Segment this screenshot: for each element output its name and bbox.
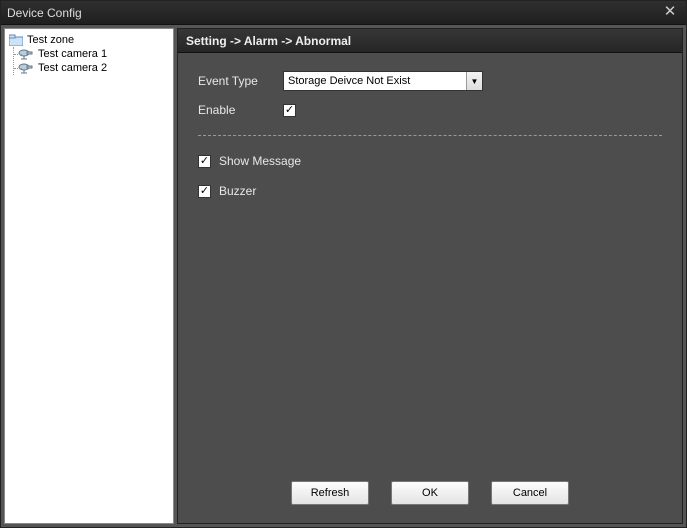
device-config-window: Device Config ✕ Test zone (0, 0, 687, 528)
main-panel: Setting -> Alarm -> Abnormal Event Type … (177, 28, 683, 524)
show-message-checkbox[interactable]: ✓ (198, 155, 211, 168)
event-type-row: Event Type Storage Deivce Not Exist ▼ (198, 71, 662, 91)
window-title: Device Config (7, 6, 660, 20)
enable-checkbox[interactable]: ✓ (283, 104, 296, 117)
tree-item-camera[interactable]: Test camera 1 (16, 47, 171, 61)
breadcrumb: Setting -> Alarm -> Abnormal (178, 29, 682, 53)
device-tree-sidebar: Test zone Test camera 1 (4, 28, 174, 524)
show-message-label: Show Message (219, 154, 301, 168)
chevron-down-icon: ▼ (466, 72, 482, 90)
buzzer-label: Buzzer (219, 184, 256, 198)
event-type-value: Storage Deivce Not Exist (283, 71, 483, 91)
enable-label: Enable (198, 103, 283, 117)
show-message-row: ✓ Show Message (198, 154, 662, 168)
event-type-select[interactable]: Storage Deivce Not Exist ▼ (283, 71, 483, 91)
tree-item-label: Test camera 1 (38, 48, 107, 60)
zone-icon (9, 34, 23, 46)
enable-row: Enable ✓ (198, 103, 662, 117)
refresh-button[interactable]: Refresh (291, 481, 369, 505)
content-area: Event Type Storage Deivce Not Exist ▼ En… (178, 53, 682, 467)
tree-item-camera[interactable]: Test camera 2 (16, 61, 171, 75)
window-body: Test zone Test camera 1 (1, 25, 686, 527)
ok-button[interactable]: OK (391, 481, 469, 505)
tree-children: Test camera 1 Test camera 2 (13, 47, 171, 75)
tree-root-label: Test zone (27, 34, 74, 46)
camera-icon (18, 48, 34, 60)
buzzer-checkbox[interactable]: ✓ (198, 185, 211, 198)
tree-item-label: Test camera 2 (38, 62, 107, 74)
section-divider (198, 135, 662, 136)
tree-root-zone[interactable]: Test zone (7, 33, 171, 47)
footer-buttons: Refresh OK Cancel (178, 467, 682, 523)
event-type-label: Event Type (198, 74, 283, 88)
titlebar: Device Config ✕ (1, 1, 686, 25)
close-icon[interactable]: ✕ (660, 5, 680, 21)
cancel-button[interactable]: Cancel (491, 481, 569, 505)
camera-icon (18, 62, 34, 74)
buzzer-row: ✓ Buzzer (198, 184, 662, 198)
